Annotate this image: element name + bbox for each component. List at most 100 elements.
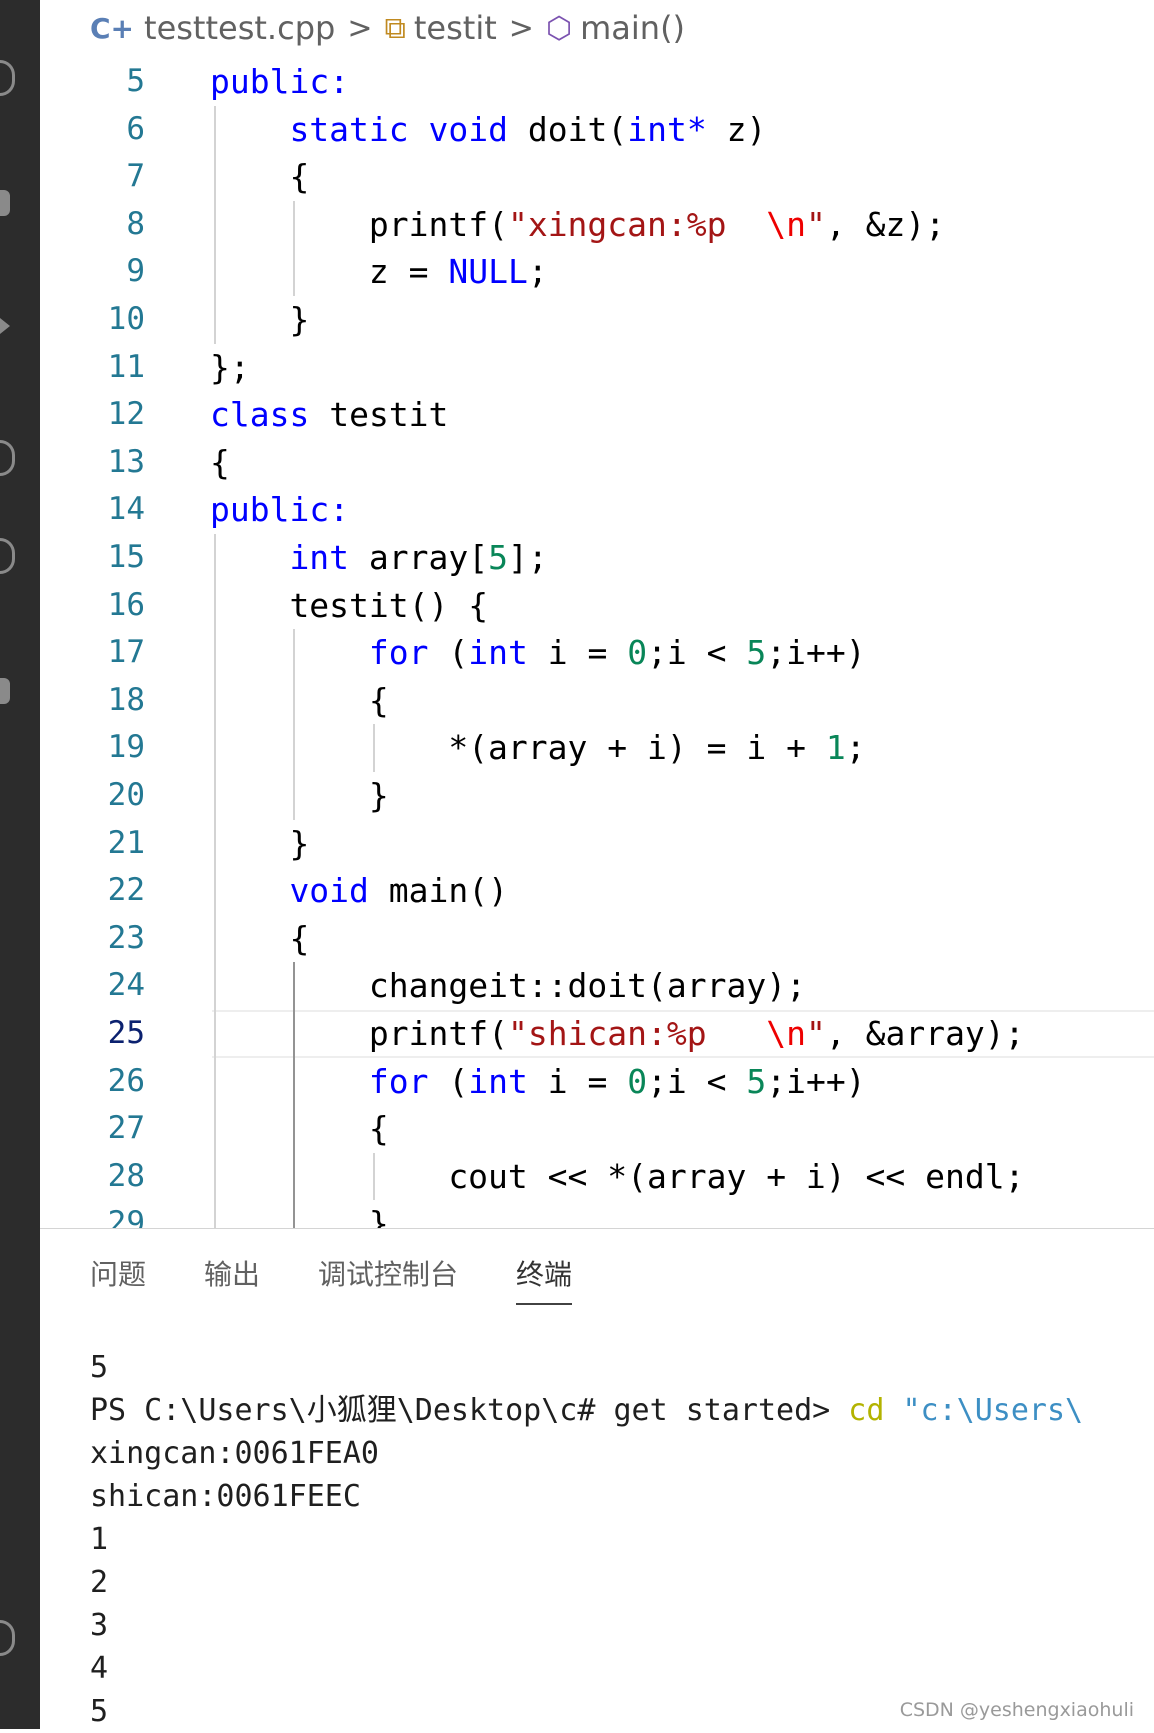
line-number[interactable]: 16 xyxy=(40,582,145,630)
code-token: testit() { xyxy=(289,585,489,625)
code-line[interactable]: 26 for (int i = 0;i < 5;i++) xyxy=(40,1058,1154,1106)
code-editor[interactable]: 5 public: 6 static void doit(int* z) 7{8 prin… xyxy=(40,56,1154,1228)
line-number[interactable]: 17 xyxy=(40,629,145,677)
watermark: CSDN @yeshengxiaohuli xyxy=(899,1699,1134,1721)
code-line[interactable]: 17 for (int i = 0;i < 5;i++) xyxy=(40,629,1154,677)
breadcrumb-method-label: main() xyxy=(580,9,686,47)
line-number[interactable]: 5 xyxy=(40,58,145,106)
line-number[interactable]: 26 xyxy=(40,1058,145,1106)
remote-icon[interactable] xyxy=(0,538,15,574)
code-text: testit() { xyxy=(289,582,488,630)
line-number[interactable]: 25 xyxy=(40,1010,145,1058)
code-line[interactable]: 11}; xyxy=(40,344,1154,392)
extensions-icon[interactable] xyxy=(0,440,15,476)
code-token: cout << *(array + i) << endl; xyxy=(448,1156,1025,1196)
code-line[interactable]: 28 cout << *(array + i) << endl; xyxy=(40,1153,1154,1201)
line-number[interactable]: 6 xyxy=(40,106,145,154)
code-line[interactable]: 7{ xyxy=(40,153,1154,201)
class-symbol-icon: ⧉ xyxy=(384,10,406,46)
code-token: 5 xyxy=(488,538,508,577)
search-icon[interactable] xyxy=(0,190,10,216)
line-number[interactable]: 13 xyxy=(40,439,145,487)
terminal-token: 5 xyxy=(90,1694,109,1729)
code-token: ;i < xyxy=(647,1061,747,1101)
code-line[interactable]: 10} xyxy=(40,296,1154,344)
code-line[interactable]: 20} xyxy=(40,772,1154,820)
code-token: \n xyxy=(766,1014,806,1053)
line-number[interactable]: 28 xyxy=(40,1153,145,1201)
code-line[interactable]: 12 class testit xyxy=(40,391,1154,439)
panel-tab[interactable]: 问题 xyxy=(90,1253,146,1305)
account-icon[interactable] xyxy=(0,1620,15,1656)
code-line[interactable]: 5 public: xyxy=(40,58,1154,106)
panel-tab[interactable]: 输出 xyxy=(204,1253,260,1305)
line-number[interactable]: 11 xyxy=(40,344,145,392)
code-token: int xyxy=(289,538,350,577)
breadcrumb-method[interactable]: ⬡ main() xyxy=(546,9,685,47)
line-number[interactable]: 23 xyxy=(40,915,145,963)
testing-icon[interactable] xyxy=(0,678,10,704)
terminal-line: 2 xyxy=(90,1561,1154,1604)
line-number[interactable]: 7 xyxy=(40,153,145,201)
code-line[interactable]: 21} xyxy=(40,820,1154,868)
line-number[interactable]: 24 xyxy=(40,962,145,1010)
code-text: { xyxy=(289,915,309,963)
line-number[interactable]: 14 xyxy=(40,486,145,534)
code-token: *(array + i) = i + xyxy=(448,728,826,768)
panel-tab[interactable]: 调试控制台 xyxy=(318,1253,458,1305)
code-text: { xyxy=(210,439,230,487)
cpp-file-icon: C+ xyxy=(90,11,135,45)
code-token: { xyxy=(289,157,310,197)
panel-tab[interactable]: 终端 xyxy=(516,1253,573,1305)
line-number[interactable]: 18 xyxy=(40,677,145,725)
line-number[interactable]: 15 xyxy=(40,534,145,582)
line-number[interactable]: 20 xyxy=(40,772,145,820)
bottom-panel: 问题 输出 调试控制台 终端 5 PS C:\Users\小狐狸\Desktop\c# … xyxy=(40,1228,1154,1730)
indent-guide xyxy=(293,200,296,296)
line-number[interactable]: 27 xyxy=(40,1105,145,1153)
code-token: void xyxy=(428,109,509,149)
breadcrumb-class-label: testit xyxy=(413,9,497,47)
code-line[interactable]: 13 { xyxy=(40,439,1154,487)
line-number[interactable]: 19 xyxy=(40,724,145,772)
line-number[interactable]: 9 xyxy=(40,248,145,296)
line-number[interactable]: 8 xyxy=(40,201,145,249)
code-line[interactable]: 9 z = NULL; xyxy=(40,248,1154,296)
code-line[interactable]: 8 printf("xingcan:%p \n", &z); xyxy=(40,201,1154,249)
code-token: NULL xyxy=(448,252,528,292)
indent-guide xyxy=(214,105,216,344)
run-debug-icon[interactable] xyxy=(0,318,10,334)
code-line[interactable]: 29} xyxy=(40,1200,1154,1228)
code-line[interactable]: 25 printf("shican:%p \n", &array); xyxy=(40,1010,1154,1058)
code-line[interactable]: 24 changeit::doit(array); xyxy=(40,962,1154,1010)
code-token: z = xyxy=(368,252,449,292)
code-line[interactable]: 27 { xyxy=(40,1105,1154,1153)
code-line[interactable]: 15 int array[5]; xyxy=(40,534,1154,582)
line-number[interactable]: 22 xyxy=(40,867,145,915)
terminal-token: PS C:\Users\小狐狸\Desktop\c# get started> xyxy=(90,1393,849,1428)
code-token: 5 xyxy=(746,633,767,673)
code-line[interactable]: 19 *(array + i) = i + 1; xyxy=(40,724,1154,772)
terminal-output[interactable]: 5 PS C:\Users\小狐狸\Desktop\c# get started>… xyxy=(90,1346,1154,1733)
line-number[interactable]: 10 xyxy=(40,296,145,344)
line-number[interactable]: 12 xyxy=(40,391,145,439)
line-number[interactable]: 29 xyxy=(40,1200,145,1228)
code-text: public: xyxy=(210,486,349,534)
code-token: testit xyxy=(309,395,449,435)
code-line[interactable]: 22 void main() xyxy=(40,867,1154,915)
code-line[interactable]: 16 testit() { xyxy=(40,582,1154,630)
line-number[interactable]: 21 xyxy=(40,820,145,868)
code-token: main() xyxy=(368,871,508,911)
code-line[interactable]: 6 static void doit(int* z) xyxy=(40,106,1154,154)
explorer-icon[interactable] xyxy=(0,60,15,96)
code-line[interactable]: 18 { xyxy=(40,677,1154,725)
terminal-line: 1 xyxy=(90,1518,1154,1561)
terminal-line: 3 xyxy=(90,1604,1154,1647)
breadcrumb-file[interactable]: C+ testtest.cpp xyxy=(40,9,335,47)
terminal-line: 4 xyxy=(90,1647,1154,1690)
breadcrumb-class[interactable]: ⧉ testit xyxy=(384,9,496,47)
terminal-line: shican:0061FEEC xyxy=(90,1475,1154,1518)
code-line[interactable]: 14 public: xyxy=(40,486,1154,534)
code-line[interactable]: 23 { xyxy=(40,915,1154,963)
code-token: i = xyxy=(527,1061,628,1101)
